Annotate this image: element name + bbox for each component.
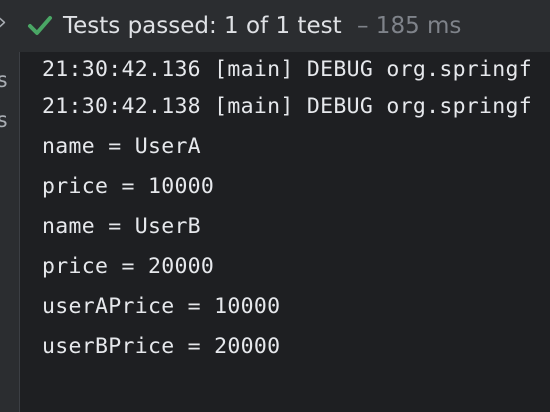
test-status-text: Tests passed: 1 of 1 test: [63, 13, 342, 39]
truncated-tree-label[interactable]: s: [0, 110, 9, 131]
console-line: userAPrice = 10000: [42, 294, 281, 319]
check-icon: [28, 16, 52, 35]
truncated-tree-label[interactable]: s: [0, 70, 9, 91]
chevron-right-icon[interactable]: ›: [0, 12, 7, 34]
console-line: 21:30:42.136 [main] DEBUG org.springf: [42, 57, 533, 82]
test-duration: – 185 ms: [357, 13, 462, 39]
console-output[interactable]: 21:30:42.136 [main] DEBUG org.springf 21…: [20, 52, 550, 412]
test-tree-panel-edge[interactable]: s s: [0, 52, 20, 412]
console-line: price = 20000: [42, 254, 215, 279]
console-line: price = 10000: [42, 174, 215, 199]
test-run-window: › Tests passed: 1 of 1 test – 185 ms s s…: [0, 0, 550, 412]
test-status-bar: › Tests passed: 1 of 1 test – 185 ms: [0, 0, 550, 52]
console-line: userBPrice = 20000: [42, 334, 281, 359]
console-line: name = UserB: [42, 214, 201, 239]
console-line: 21:30:42.138 [main] DEBUG org.springf: [42, 94, 533, 119]
console-line: name = UserA: [42, 134, 201, 159]
